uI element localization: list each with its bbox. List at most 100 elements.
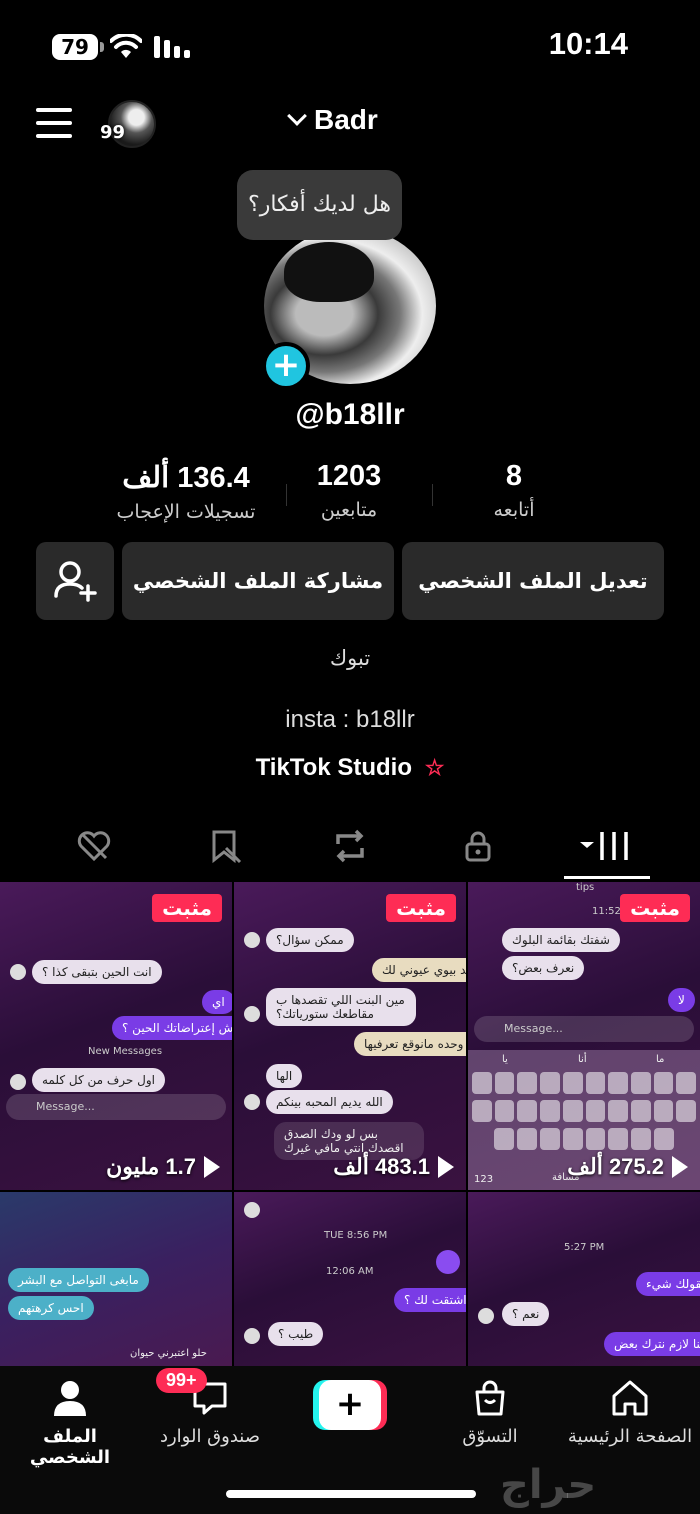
add-story-icon[interactable]: + [262, 342, 310, 390]
view-count-value: 483.1 ألف [333, 1154, 430, 1179]
avatar [244, 1202, 260, 1218]
view-count-value: 1.7 مليون [106, 1154, 196, 1179]
nav-profile[interactable]: الملف الشخصي [0, 1376, 140, 1468]
view-count-value: 275.2 ألف [567, 1154, 664, 1179]
account-switcher[interactable]: Badr [287, 104, 378, 136]
tab-reposts[interactable] [320, 826, 380, 870]
thumb-text: نعم ؟ [502, 1302, 550, 1326]
thumb-text: tips [576, 882, 595, 893]
battery-icon: 79 [52, 34, 104, 60]
watermark-logo: حراج [500, 1462, 597, 1508]
video-thumbnail[interactable]: TUE 8:56 PM 12:06 AM اشتقت لك ؟ طيب ؟ [234, 1192, 466, 1366]
video-thumbnail[interactable]: tips 11:52 PM شفتك بقائمة البلوك نعرف بع… [468, 882, 700, 1190]
thumb-text: 5:27 PM [564, 1242, 605, 1253]
cellular-signal-icon [154, 36, 190, 58]
pinned-badge: مثبت [152, 894, 222, 922]
inbox-badge: 99+ [156, 1368, 207, 1393]
tiktok-studio-label: TikTok Studio [255, 754, 413, 781]
thumb-text: نعرف بعض؟ [502, 956, 585, 980]
bio-insta: insta : b18llr [285, 706, 415, 733]
view-count: 275.2 ألف [567, 1154, 688, 1180]
lock-icon [465, 831, 491, 862]
stat-following[interactable]: 8 أتابعه [404, 460, 624, 521]
share-profile-button[interactable]: مشاركة الملف الشخصي [122, 542, 394, 620]
thumb-text: حلو اعتبرني حيوان [130, 1348, 207, 1359]
video-thumbnail[interactable]: ممكن سؤال؟ اكيد بيوي عيوني لك مين البنت … [234, 882, 466, 1190]
creator-star-icon: ☆ [424, 755, 445, 780]
thumb-text: 12:06 AM [326, 1266, 374, 1277]
thumb-text: طيب ؟ [268, 1322, 324, 1346]
thumb-text: ما [656, 1054, 665, 1065]
nav-shop[interactable]: التسوّق [420, 1376, 560, 1447]
menu-icon[interactable] [36, 108, 72, 138]
nav-profile-label: الملف الشخصي [29, 1426, 111, 1468]
video-thumbnail[interactable]: مابغى التواصل مع البشر احس كرهتهم حلو اع… [0, 1192, 232, 1366]
thumb-text: الله يديم المحبه بينكم [266, 1090, 393, 1114]
thumb-text: احس كرهتهم [8, 1296, 94, 1320]
repost-icon [336, 829, 364, 863]
play-icon [672, 1156, 688, 1178]
stat-following-label: أتابعه [493, 499, 535, 521]
thumb-text: وش إعتراضاتك الحين ؟ [112, 1016, 232, 1040]
add-friends-button[interactable] [36, 542, 114, 620]
video-thumbnail[interactable]: 5:27 PM يقولك شيء نعم ؟ احنا لازم نترك ب… [468, 1192, 700, 1366]
thumb-text: يا [502, 1054, 508, 1065]
thumb-text: اكيد بيوي عيوني لك [372, 958, 466, 982]
avatar [244, 1006, 260, 1022]
add-user-icon [54, 561, 97, 602]
create-button[interactable]: + [313, 1380, 387, 1430]
pinned-badge: مثبت [620, 894, 690, 922]
thumb-text: شفتك بقائمة البلوك [502, 928, 620, 952]
home-indicator[interactable] [226, 1490, 476, 1498]
videos-grid-icon [580, 832, 628, 860]
thumb-text: الها [266, 1064, 303, 1088]
tab-liked[interactable] [64, 826, 124, 870]
avatar [10, 964, 26, 980]
home-icon [612, 1380, 648, 1416]
profile-tabs [0, 820, 700, 880]
edit-profile-button[interactable]: تعديل الملف الشخصي [402, 542, 664, 620]
thumb-text: مابغى التواصل مع البشر [8, 1268, 149, 1292]
thumb-text: ابد وحده مانوقع تعرفيها [354, 1032, 466, 1056]
play-icon [204, 1156, 220, 1178]
avatar [244, 1094, 260, 1110]
thumb-text: اي [202, 990, 232, 1014]
plus-icon: + [319, 1380, 381, 1430]
profile-handle: @b18llr [295, 398, 405, 431]
tab-favorites[interactable] [194, 826, 254, 870]
tiktok-studio-link[interactable]: TikTok Studio ☆ [0, 754, 700, 782]
play-icon [438, 1156, 454, 1178]
tab-private[interactable] [448, 826, 508, 870]
tab-videos[interactable] [576, 826, 636, 870]
thumb-text: انت الحين بتبقى كذا ؟ [32, 960, 162, 984]
video-thumbnail[interactable]: انت الحين بتبقى كذا ؟ اي وش إعتراضاتك ال… [0, 882, 232, 1190]
bookmark-hidden-icon [212, 830, 242, 864]
thumb-text: اول حرف من كل كلمه [32, 1068, 166, 1092]
nav-shop-label: التسوّق [462, 1426, 518, 1447]
nav-home[interactable]: الصفحة الرئيسية [560, 1376, 700, 1447]
avatar [436, 1250, 460, 1274]
stat-following-value: 8 [505, 460, 523, 492]
profile-icon [54, 1381, 86, 1416]
thumb-text: Message... [474, 1016, 694, 1042]
header-username: Badr [314, 104, 378, 135]
thumb-text: New Messages [88, 1046, 163, 1057]
avatar [244, 932, 260, 948]
thumb-text: لا [668, 988, 695, 1012]
view-count: 483.1 ألف [333, 1154, 454, 1180]
view-count: 1.7 مليون [106, 1154, 220, 1180]
nav-inbox-label: صندوق الوارد [159, 1426, 261, 1447]
nav-home-label: الصفحة الرئيسية [567, 1426, 693, 1447]
liked-hidden-icon [77, 831, 111, 862]
ideas-prompt-bubble[interactable]: هل لديك أفكار؟ [237, 170, 402, 240]
thumb-text: أنا [578, 1054, 587, 1065]
active-tab-indicator [564, 876, 650, 879]
thumb-text: احنا لازم نترك بعض [604, 1332, 700, 1356]
status-time: 10:14 [548, 26, 628, 61]
bio-city: تبوك [329, 646, 371, 670]
thumb-text: يقولك شيء [636, 1272, 700, 1296]
pinned-badge: مثبت [386, 894, 456, 922]
avatar [244, 1328, 260, 1344]
thumb-text: Message... [6, 1094, 226, 1120]
thumb-text: اشتقت لك ؟ [394, 1288, 466, 1312]
